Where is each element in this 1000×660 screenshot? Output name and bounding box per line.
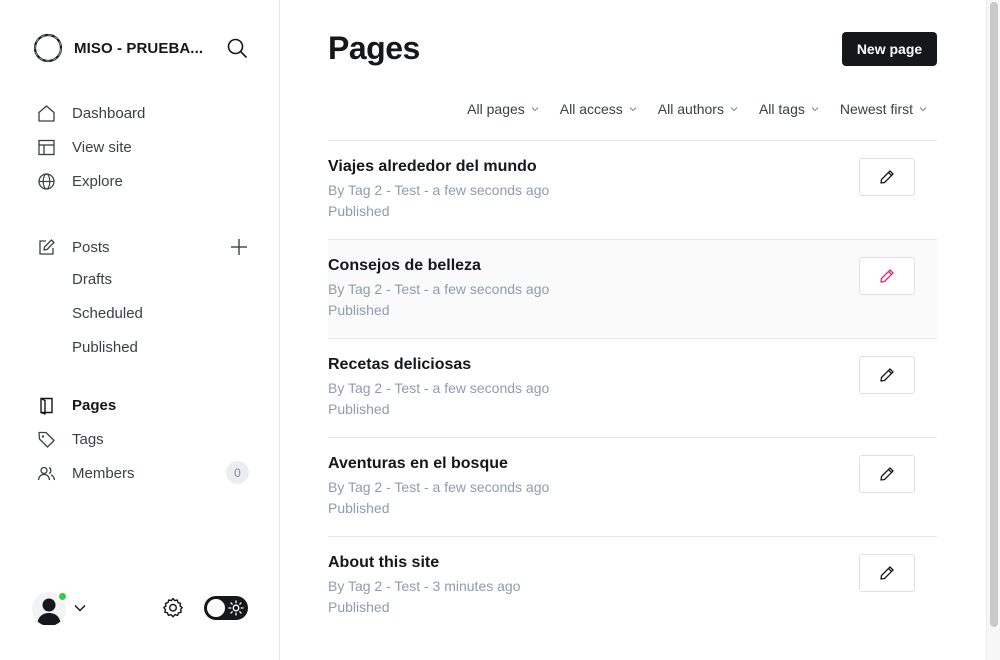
pencil-icon [880,269,894,283]
filter-type[interactable]: All pages [467,101,539,117]
sidebar-item-posts[interactable]: Posts [37,235,110,259]
sidebar-item-pages[interactable]: Pages [37,393,116,417]
sidebar-item-label: View site [72,138,132,156]
page-title-text: Aventuras en el bosque [328,455,508,472]
page-meta: By Tag 2 - Test - a few seconds ago [328,380,550,396]
chevron-down-icon [730,107,738,112]
sidebar-item-explore[interactable]: Explore [37,169,123,193]
sidebar-item-label: Posts [72,238,110,256]
sidebar-item-dashboard[interactable]: Dashboard [37,101,145,125]
pencil-icon [880,170,894,184]
chevron-down-icon [629,107,637,112]
page-meta: By Tag 2 - Test - a few seconds ago [328,182,550,198]
page-title-text: Viajes alrededor del mundo [328,158,537,175]
scrollbar[interactable] [986,0,1000,660]
list-item[interactable]: Viajes alrededor del mundo By Tag 2 - Te… [328,140,937,239]
edit-page-button[interactable] [859,455,915,493]
sidebar: MISO - PRUEBA... Dashboard View site Exp… [0,0,280,660]
chevron-down-icon[interactable] [73,601,87,615]
sidebar-item-published[interactable]: Published [72,339,138,361]
page-meta: By Tag 2 - Test - 3 minutes ago [328,578,521,594]
search-icon[interactable] [226,37,248,59]
add-post-icon[interactable] [229,237,249,257]
list-item[interactable]: About this site By Tag 2 - Test - 3 minu… [328,536,937,635]
page-title-text: Recetas deliciosas [328,356,472,373]
filter-access[interactable]: All access [560,101,637,117]
members-icon [37,464,56,483]
pencil-icon [880,566,894,580]
sidebar-item-label: Tags [72,430,104,448]
gear-icon[interactable] [161,596,185,620]
list-item[interactable]: Consejos de belleza By Tag 2 - Test - a … [328,239,937,338]
pencil-icon [880,368,894,382]
chevron-down-icon [531,107,539,112]
sidebar-item-scheduled[interactable]: Scheduled [72,305,143,327]
filter-label: Newest first [839,101,913,117]
filter-label: All authors [657,101,724,117]
tag-icon [37,430,56,449]
page-meta: By Tag 2 - Test - a few seconds ago [328,479,550,495]
layout-icon [37,138,56,157]
chevron-down-icon [919,107,927,112]
sun-icon [228,600,244,616]
globe-icon [37,172,56,191]
list-item[interactable]: Recetas deliciosas By Tag 2 - Test - a f… [328,338,937,437]
online-status-dot [57,591,68,602]
sidebar-item-label: Members [72,464,135,482]
page-status: Published [328,203,390,219]
page-meta: By Tag 2 - Test - a few seconds ago [328,281,550,297]
filter-tags[interactable]: All tags [759,101,819,117]
main-content: Pages New page All pages All access All … [280,0,986,660]
page-icon [37,396,56,415]
pages-list: Viajes alrededor del mundo By Tag 2 - Te… [328,140,937,635]
page-status: Published [328,302,390,318]
filter-label: All pages [467,101,525,117]
filter-authors[interactable]: All authors [658,101,738,117]
page-status: Published [328,401,390,417]
filter-label: All tags [758,101,805,117]
list-item[interactable]: Aventuras en el bosque By Tag 2 - Test -… [328,437,937,536]
sidebar-item-view-site[interactable]: View site [37,135,132,159]
edit-page-button[interactable] [859,356,915,394]
members-count-badge: 0 [226,461,249,484]
scrollbar-thumb[interactable] [990,2,998,627]
sidebar-item-label: Dashboard [72,104,146,122]
edit-page-button[interactable] [859,158,915,196]
sidebar-item-tags[interactable]: Tags [37,427,104,451]
toggle-knob [207,599,225,617]
sidebar-item-label: Explore [72,172,123,190]
filter-sort[interactable]: Newest first [840,101,927,117]
filter-label: All access [559,101,623,117]
site-name: MISO - PRUEBA... [74,39,204,57]
theme-toggle[interactable] [204,596,248,620]
sidebar-item-label: Pages [72,396,117,414]
pencil-icon [880,467,894,481]
filter-bar: All pages All access All authors All tag… [446,101,927,117]
sidebar-item-drafts[interactable]: Drafts [72,271,112,293]
page-title-text: Consejos de belleza [328,257,481,274]
app-window: MISO - PRUEBA... Dashboard View site Exp… [0,0,1000,660]
page-status: Published [328,500,390,516]
chevron-down-icon [811,107,819,112]
page-title-text: About this site [328,554,440,571]
new-page-button[interactable]: New page [842,32,937,66]
page-title: Pages [328,30,420,66]
page-status: Published [328,599,390,615]
edit-page-button[interactable] [859,257,915,295]
edit-icon [37,238,56,257]
site-logo-icon [33,33,63,63]
home-icon [37,104,56,123]
edit-page-button[interactable] [859,554,915,592]
site-brand[interactable]: MISO - PRUEBA... [33,33,203,63]
sidebar-item-members[interactable]: Members [37,461,135,485]
